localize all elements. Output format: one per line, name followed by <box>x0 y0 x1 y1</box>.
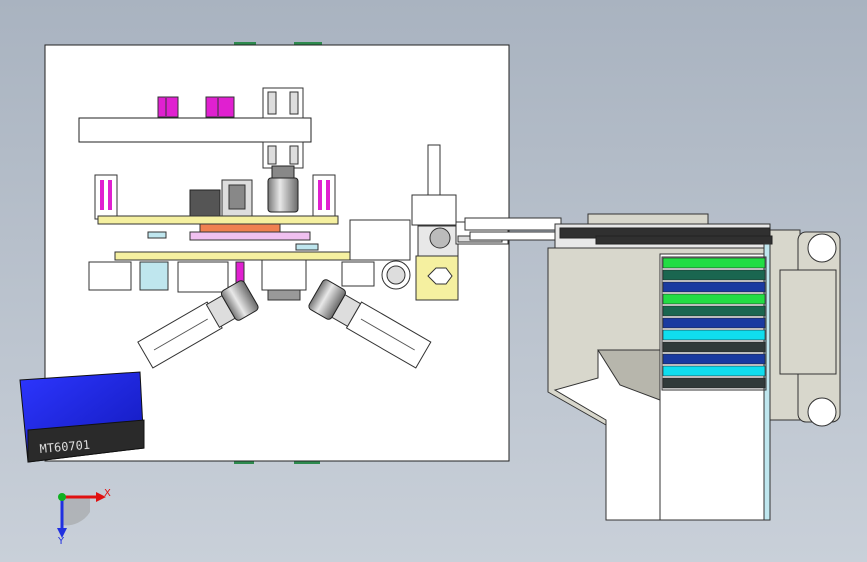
upper-wheel <box>807 233 837 263</box>
right-bracket <box>312 174 336 220</box>
lower-block-base <box>267 289 301 301</box>
cad-scene[interactable]: MT60701 X Y <box>0 0 867 562</box>
bracket-slot <box>318 180 322 210</box>
magazine-layer <box>662 317 766 329</box>
magenta-block-right <box>205 96 235 118</box>
guide-rail <box>267 145 277 165</box>
motor-housing <box>189 189 221 217</box>
cad-viewport[interactable]: MT60701 X Y <box>0 0 867 562</box>
guide-rail <box>289 145 299 165</box>
rail-upper <box>464 217 562 231</box>
pink-plate <box>189 231 311 241</box>
magazine-layer <box>662 365 766 377</box>
magazine-layer <box>662 257 766 269</box>
guide-rail <box>289 91 299 115</box>
orange-slider[interactable] <box>199 223 281 233</box>
bracket-slot <box>326 180 330 210</box>
magazine-layer <box>662 305 766 317</box>
valve-block <box>411 194 457 226</box>
valve-stem <box>427 144 441 196</box>
cylinder-neck <box>271 165 295 179</box>
magenta-block-left <box>157 96 179 118</box>
y-axis-label: Y <box>57 536 65 547</box>
valve-knob <box>429 227 451 249</box>
lower-block <box>139 261 169 291</box>
magazine-layer <box>662 341 766 353</box>
magazine-layer <box>662 353 766 365</box>
lower-block <box>261 259 307 291</box>
magazine-layer <box>662 377 766 389</box>
z-axis-dot <box>58 493 66 501</box>
lower-block-left <box>88 261 132 291</box>
bracket-slot <box>108 180 112 210</box>
magazine-layer <box>662 281 766 293</box>
magazine-layer <box>662 329 766 341</box>
bracket-slot <box>100 180 104 210</box>
valve-manifold <box>349 219 411 261</box>
center-block-inner <box>228 184 246 210</box>
lower-block <box>177 261 229 293</box>
transfer-rail[interactable] <box>464 217 562 241</box>
magazine-top-plate <box>587 213 709 225</box>
magazine-side-panel <box>779 269 837 375</box>
guide-rail <box>267 91 277 115</box>
magazine-layer <box>662 269 766 281</box>
rail-lower <box>469 231 561 241</box>
lower-block <box>341 261 375 287</box>
round-fitting-inner <box>386 265 406 285</box>
magazine-layers <box>661 256 767 391</box>
x-axis-label: X <box>104 488 111 499</box>
yellow-rail-upper <box>97 215 339 225</box>
top-beam[interactable] <box>78 117 312 143</box>
name-plate-box[interactable]: MT60701 <box>19 371 145 463</box>
left-bracket <box>94 174 118 220</box>
small-tab <box>295 243 319 251</box>
magazine-layer <box>662 293 766 305</box>
yellow-rail-lower <box>114 251 379 261</box>
lower-wheel <box>807 397 837 427</box>
vertical-cylinder[interactable] <box>267 177 299 213</box>
chute-slot-lower <box>595 235 773 245</box>
small-tab <box>147 231 167 239</box>
